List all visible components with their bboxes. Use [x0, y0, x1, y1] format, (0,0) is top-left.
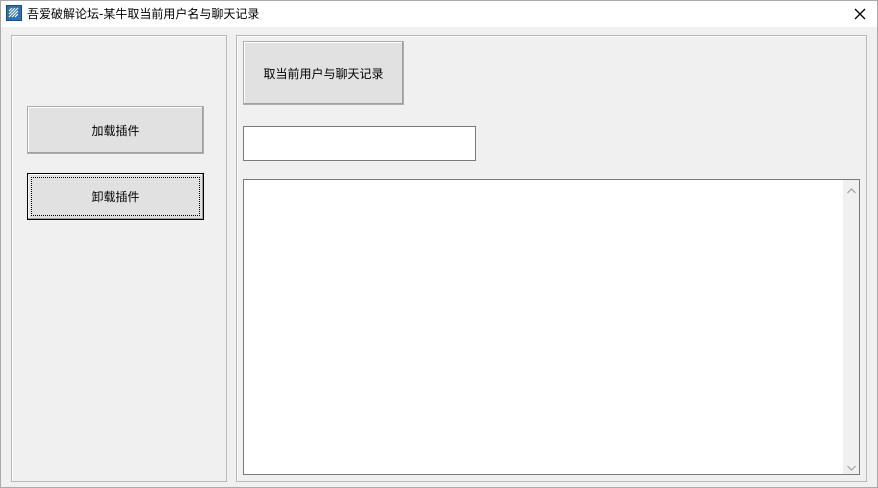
- scroll-down-button[interactable]: [843, 457, 859, 474]
- focus-rectangle: [31, 177, 200, 216]
- left-group-panel: [11, 35, 227, 482]
- app-logo-icon: [6, 5, 22, 21]
- load-plugin-button[interactable]: 加载插件: [27, 106, 204, 154]
- unload-plugin-button[interactable]: 卸载插件: [27, 173, 204, 220]
- get-user-chat-button[interactable]: 取当前用户与聊天记录: [243, 41, 404, 105]
- chevron-up-icon: [846, 179, 856, 198]
- chat-log-content: [244, 180, 842, 474]
- chat-log-textarea[interactable]: [243, 179, 860, 475]
- chevron-down-icon: [846, 456, 856, 475]
- get-user-chat-label: 取当前用户与聊天记录: [263, 66, 384, 81]
- app-window: 吾爱破解论坛-某牛取当前用户名与聊天记录 加载插件 卸载插件 取当前用户与聊天记…: [0, 0, 878, 488]
- close-button[interactable]: [843, 1, 877, 27]
- close-icon: [854, 5, 866, 24]
- title-bar[interactable]: 吾爱破解论坛-某牛取当前用户名与聊天记录: [1, 1, 877, 27]
- window-title: 吾爱破解论坛-某牛取当前用户名与聊天记录: [27, 7, 260, 21]
- username-field[interactable]: [243, 126, 476, 161]
- load-plugin-label: 加载插件: [91, 123, 140, 138]
- scroll-up-button[interactable]: [843, 180, 859, 197]
- vertical-scrollbar[interactable]: [843, 180, 859, 474]
